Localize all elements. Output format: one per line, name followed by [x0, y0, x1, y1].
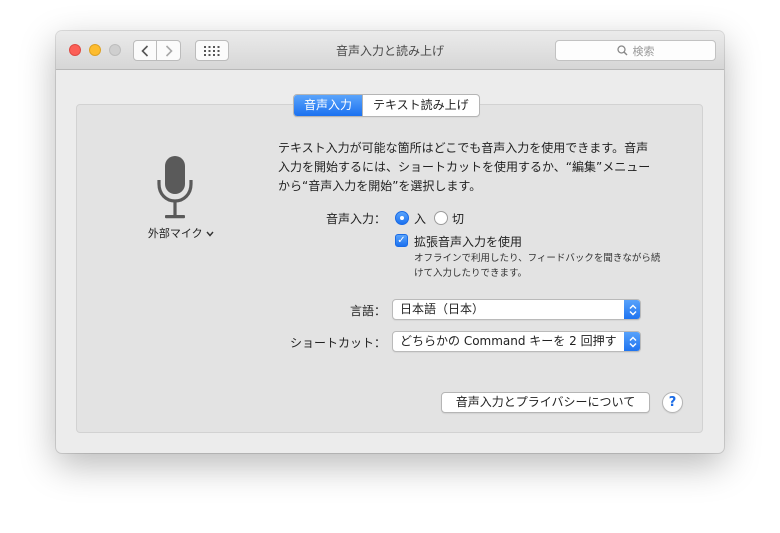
tab-dictation[interactable]: 音声入力 [294, 95, 363, 116]
updown-arrows-icon [624, 332, 640, 351]
title-bar: 音声入力と読み上げ 検索 [56, 31, 724, 70]
system-preferences-window: 音声入力と読み上げ 検索 音声入力 テキスト読み上げ 外部マイク テキスト入力が… [56, 31, 724, 453]
dictation-privacy-button[interactable]: 音声入力とプライバシーについて [441, 392, 650, 413]
mic-source-label: 外部マイク [147, 227, 203, 240]
microphone-icon [157, 156, 193, 219]
dictation-off-label: 切 [452, 212, 465, 226]
mic-source-selector[interactable]: 外部マイク [146, 225, 216, 241]
dictation-description: テキスト入力が可能な箇所はどこでも音声入力を使用できます。音声入力を開始するには… [278, 141, 651, 193]
dictation-off-radio[interactable] [434, 211, 448, 225]
tab-text-to-speech[interactable]: テキスト読み上げ [362, 95, 479, 116]
language-value: 日本語（日本） [400, 302, 485, 316]
enhanced-dictation-checkbox[interactable]: ✓ [395, 234, 408, 247]
dictation-on-label: 入 [414, 212, 427, 226]
language-popup[interactable]: 日本語（日本） [392, 299, 641, 320]
language-label: 言語： [349, 304, 386, 318]
updown-arrows-icon [624, 300, 640, 319]
help-button[interactable]: ? [662, 392, 683, 413]
search-field[interactable]: 検索 [555, 40, 716, 61]
search-icon [616, 45, 627, 56]
shortcut-label: ショートカット： [289, 336, 386, 350]
shortcut-popup[interactable]: どちらかの Command キーを 2 回押す [392, 331, 641, 352]
dictation-label: 音声入力： [325, 212, 386, 226]
tab-bar: 音声入力 テキスト読み上げ [293, 94, 480, 117]
enhanced-dictation-label: 拡張音声入力を使用 [414, 235, 523, 249]
dictation-on-radio[interactable] [395, 211, 409, 225]
chevron-down-icon [206, 231, 214, 237]
enhanced-dictation-hint: オフラインで利用したり、フィードバックを聞きながら続けて入力したりできます。 [414, 253, 661, 279]
shortcut-value: どちらかの Command キーを 2 回押す [400, 334, 617, 348]
search-placeholder: 検索 [632, 44, 655, 58]
